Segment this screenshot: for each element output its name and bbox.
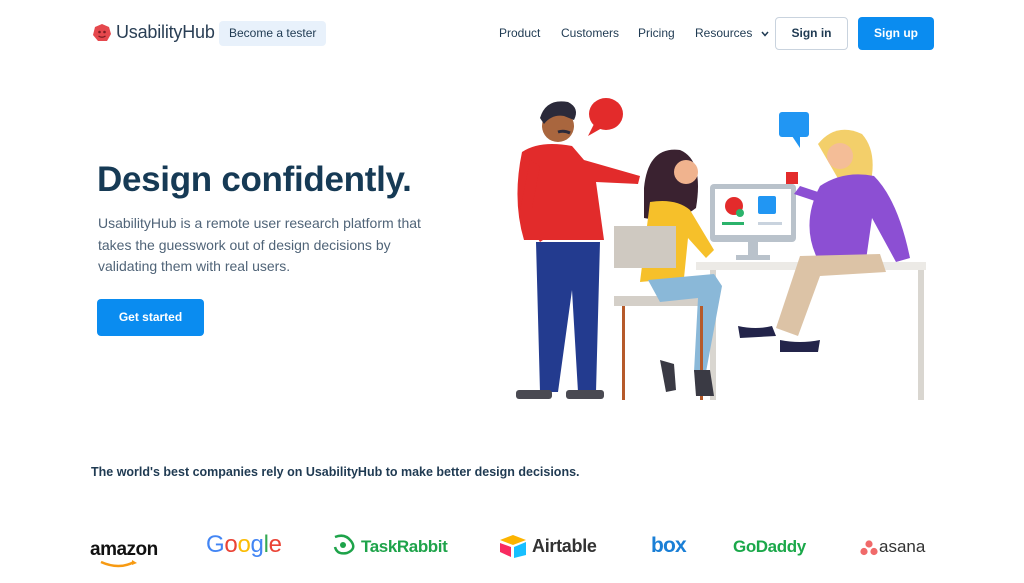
sign-up-button[interactable]: Sign up bbox=[858, 17, 934, 50]
airtable-logo-icon bbox=[500, 535, 526, 558]
nav-customers[interactable]: Customers bbox=[561, 26, 619, 40]
asana-logo-icon bbox=[860, 540, 878, 556]
customer-logos: amazon Google TaskRabbit Airtable box Go… bbox=[0, 525, 1024, 575]
brand-name: UsabilityHub bbox=[116, 22, 215, 42]
speech-bubble-blue-icon bbox=[779, 112, 809, 148]
amazon-smile-icon bbox=[100, 560, 137, 568]
become-tester-link[interactable]: Become a tester bbox=[219, 21, 327, 46]
brand-logo[interactable]: UsabilityHub bbox=[92, 22, 215, 43]
google-logo: Google bbox=[206, 531, 282, 558]
nav-product[interactable]: Product bbox=[499, 26, 540, 40]
taskrabbit-logo: TaskRabbit bbox=[361, 537, 448, 556]
hero-description: UsabilityHub is a remote user research p… bbox=[98, 215, 421, 274]
hero-title: Design confidently. bbox=[97, 160, 412, 199]
nav-pricing[interactable]: Pricing bbox=[638, 26, 675, 40]
asana-logo: asana bbox=[879, 537, 926, 556]
box-logo: box bbox=[651, 534, 687, 557]
site-header: UsabilityHub Become a tester Product Cus… bbox=[0, 0, 1024, 66]
airtable-logo: Airtable bbox=[532, 536, 597, 556]
get-started-button[interactable]: Get started bbox=[97, 299, 204, 336]
speech-bubble-red-icon bbox=[588, 98, 623, 136]
godaddy-logo: GoDaddy bbox=[733, 537, 806, 556]
seated-woman-figure bbox=[614, 149, 722, 400]
nav-resources-label: Resources bbox=[695, 26, 753, 40]
chevron-down-icon bbox=[761, 31, 769, 37]
sign-in-button[interactable]: Sign in bbox=[775, 17, 848, 50]
amazon-logo: amazon bbox=[90, 539, 158, 560]
hero-illustration bbox=[516, 98, 926, 400]
taskrabbit-logo-icon bbox=[333, 534, 355, 555]
trust-headline: The world's best companies rely on Usabi… bbox=[91, 465, 580, 479]
usabilityhub-logo-icon bbox=[93, 23, 111, 41]
nav-resources[interactable]: Resources bbox=[695, 26, 769, 40]
